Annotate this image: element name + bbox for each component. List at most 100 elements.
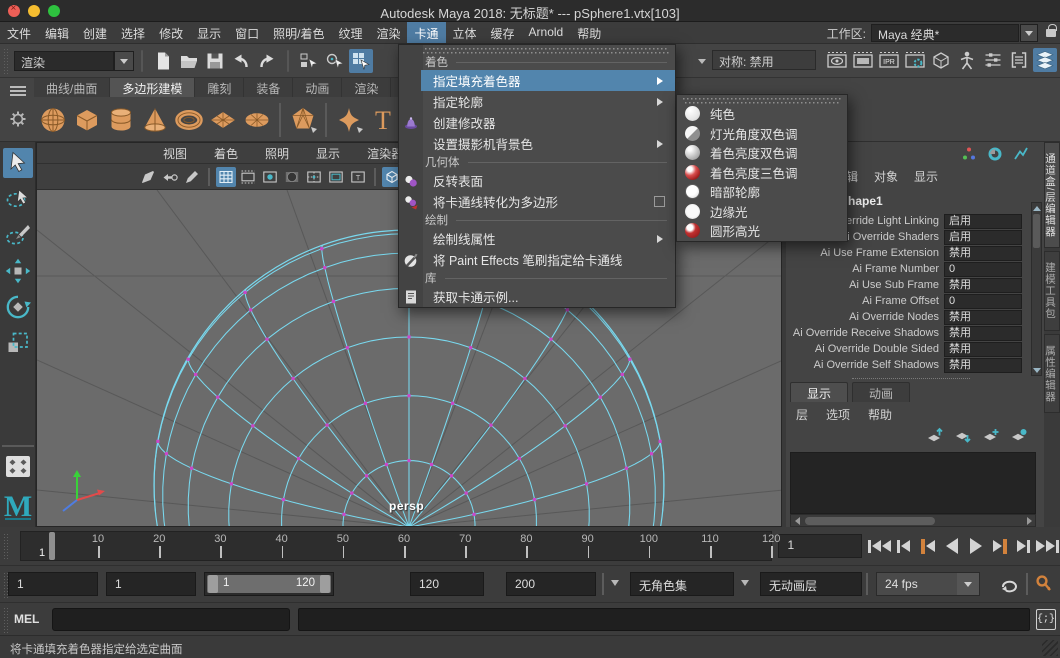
toolbar-separator[interactable]: [141, 50, 143, 72]
channel-box-menu-显示[interactable]: 显示: [914, 168, 938, 185]
menu-item-反转表面[interactable]: 反转表面: [399, 170, 675, 191]
shelf-tab-多边形建模[interactable]: 多边形建模: [110, 78, 195, 97]
save-scene-icon[interactable]: [203, 49, 227, 73]
time-slider-track[interactable]: 1 102030405060708090100110120: [20, 531, 773, 561]
select-component-icon[interactable]: [349, 49, 373, 73]
poly-cube-icon[interactable]: [70, 102, 104, 138]
step-forward-frame-button[interactable]: [1012, 533, 1036, 559]
layer-editor-tab-动画[interactable]: 动画: [852, 382, 910, 402]
shelf-tab-动画[interactable]: 动画: [293, 78, 342, 97]
channel-value-field[interactable]: 0: [944, 262, 1022, 277]
fps-dropdown-icon[interactable]: [957, 573, 979, 595]
open-scene-icon[interactable]: [177, 49, 201, 73]
panel-menu-照明[interactable]: 照明: [265, 145, 289, 162]
submenu-item-纯色[interactable]: 纯色: [677, 104, 847, 124]
scrollbar-thumb[interactable]: [1033, 214, 1040, 248]
menubar-item-渲染[interactable]: 渲染: [369, 22, 407, 43]
drag-handle[interactable]: [3, 533, 9, 559]
poly-disc-icon[interactable]: [240, 102, 274, 138]
safe-action-icon[interactable]: [326, 167, 346, 187]
menuset-dropdown-icon[interactable]: [114, 51, 134, 71]
submenu-item-暗部轮廓[interactable]: 暗部轮廓: [677, 182, 847, 202]
speed-state-icon[interactable]: [986, 146, 1004, 162]
submenu-item-边缘光[interactable]: 边缘光: [677, 202, 847, 222]
toolbar-separator[interactable]: [287, 50, 289, 72]
submenu-item-着色亮度双色调[interactable]: 着色亮度双色调: [677, 143, 847, 163]
submenu-tearoff-handle[interactable]: [683, 97, 841, 104]
character-set-dropdown-icon[interactable]: [611, 580, 619, 590]
range-end-handle[interactable]: [320, 575, 330, 593]
poly-plane-icon[interactable]: [206, 102, 240, 138]
layer-hscrollbar[interactable]: [790, 514, 1036, 527]
panel-menu-显示[interactable]: 显示: [316, 145, 340, 162]
channel-value-field[interactable]: 禁用: [944, 310, 1022, 325]
channel-value-field[interactable]: 0: [944, 294, 1022, 309]
layer-editor-tab-显示[interactable]: 显示: [790, 382, 848, 402]
menubar-item-创建[interactable]: 创建: [76, 22, 114, 43]
submenu-item-圆形高光[interactable]: 圆形高光: [677, 221, 847, 241]
layer-stack-icon[interactable]: [1033, 48, 1057, 72]
undo-icon[interactable]: [229, 49, 253, 73]
animation-end-field[interactable]: 200: [506, 572, 596, 596]
channel-value-field[interactable]: 禁用: [944, 278, 1022, 293]
new-layer-icon[interactable]: [982, 427, 1000, 448]
range-slider[interactable]: 1 120: [204, 572, 334, 596]
menubar-item-帮助[interactable]: 帮助: [570, 22, 608, 43]
panel-menu-着色[interactable]: 着色: [214, 145, 238, 162]
layer-menu-层[interactable]: 层: [796, 406, 808, 423]
scroll-right-icon[interactable]: [1023, 515, 1035, 526]
step-forward-key-button[interactable]: [988, 533, 1012, 559]
command-input[interactable]: [52, 608, 290, 631]
render-frame-icon[interactable]: [851, 48, 875, 72]
command-language-label[interactable]: MEL: [14, 612, 39, 626]
command-output[interactable]: [298, 608, 1030, 631]
sidebar-tab-通道盒/层编辑器[interactable]: 通道盒/层编辑器: [1044, 142, 1060, 248]
menu-item-指定填充着色器[interactable]: 指定填充着色器: [421, 70, 675, 91]
sidebar-tab-建模工具包[interactable]: 建模工具包: [1044, 251, 1060, 331]
current-frame-field[interactable]: 1: [778, 534, 862, 558]
menubar-item-文件[interactable]: 文件: [0, 22, 38, 43]
poly-type-icon[interactable]: T: [366, 102, 400, 138]
layer-up-icon[interactable]: [926, 427, 944, 448]
field-chart-icon[interactable]: [304, 167, 324, 187]
submenu-item-着色亮度三色调[interactable]: 着色亮度三色调: [677, 163, 847, 183]
platonic-solid-icon[interactable]: [286, 102, 320, 138]
safe-title-icon[interactable]: T: [348, 167, 368, 187]
select-object-icon[interactable]: [323, 49, 347, 73]
asset-editor-icon[interactable]: [1007, 48, 1031, 72]
scroll-down-icon[interactable]: [1032, 365, 1041, 375]
film-gate-icon[interactable]: [238, 167, 258, 187]
play-backwards-button[interactable]: [940, 533, 964, 559]
playback-start-field[interactable]: 1: [106, 572, 196, 596]
anim-layer-field[interactable]: 无动画层: [760, 572, 862, 596]
paint-select-tool-icon[interactable]: [3, 220, 33, 250]
pencil-icon[interactable]: [182, 167, 202, 187]
scroll-up-icon[interactable]: [1032, 203, 1041, 213]
menu-item-将 Paint Effects 笔刷指定给卡通线[interactable]: 将 Paint Effects 笔刷指定给卡通线: [399, 249, 675, 270]
script-editor-icon[interactable]: {;}: [1036, 609, 1056, 630]
layer-list[interactable]: [790, 452, 1036, 514]
menu-tearoff-handle[interactable]: [405, 47, 669, 54]
ipr-render-icon[interactable]: IPR: [877, 48, 901, 72]
workspace-value[interactable]: Maya 经典*: [871, 24, 1019, 42]
render-view-icon[interactable]: [825, 48, 849, 72]
menubar-item-Arnold[interactable]: Arnold: [522, 22, 571, 43]
menu-item-将卡通线转化为多边形[interactable]: 将卡通线转化为多边形: [399, 191, 675, 212]
shelf-tab-装备[interactable]: 装备: [244, 78, 293, 97]
resolution-gate-icon[interactable]: [260, 167, 280, 187]
play-forwards-button[interactable]: [964, 533, 988, 559]
step-back-frame-button[interactable]: [892, 533, 916, 559]
bookmark-icon[interactable]: [138, 167, 158, 187]
panel-menu-视图[interactable]: 视图: [163, 145, 187, 162]
hypershade-icon[interactable]: [929, 48, 953, 72]
menu-item-设置摄影机背景色[interactable]: 设置摄影机背景色: [399, 133, 675, 154]
menubar-item-显示[interactable]: 显示: [190, 22, 228, 43]
menu-item-创建修改器[interactable]: 创建修改器: [399, 112, 675, 133]
redo-icon[interactable]: [255, 49, 279, 73]
symmetry-dropdown-icon[interactable]: [698, 59, 706, 68]
shelf-tab-渲染[interactable]: 渲染: [342, 78, 391, 97]
poly-cone-icon[interactable]: [138, 102, 172, 138]
channel-value-field[interactable]: 禁用: [944, 342, 1022, 357]
workspace-dropdown-icon[interactable]: [1020, 24, 1038, 42]
maya-logo[interactable]: M: [3, 490, 33, 520]
